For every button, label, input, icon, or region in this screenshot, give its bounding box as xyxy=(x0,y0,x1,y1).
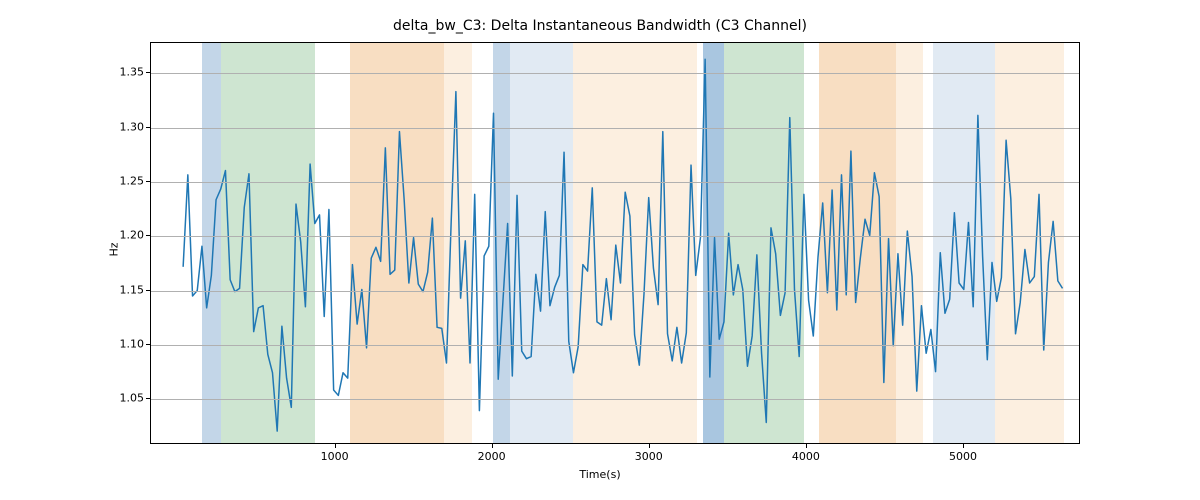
y-tick-mark xyxy=(146,290,150,291)
grid-line xyxy=(151,128,1079,129)
grid-line xyxy=(151,291,1079,292)
x-axis-label: Time(s) xyxy=(0,468,1200,481)
x-tick-label: 4000 xyxy=(792,450,820,463)
line-plot xyxy=(151,43,1079,443)
grid-line xyxy=(151,345,1079,346)
y-axis-label: Hz xyxy=(108,242,121,256)
x-tick-mark xyxy=(649,444,650,448)
x-tick-label: 3000 xyxy=(635,450,663,463)
y-tick-label: 1.10 xyxy=(120,338,145,351)
chart-title: delta_bw_C3: Delta Instantaneous Bandwid… xyxy=(0,18,1200,34)
x-tick-mark xyxy=(335,444,336,448)
grid-line xyxy=(151,236,1079,237)
y-tick-mark xyxy=(146,344,150,345)
x-tick-mark xyxy=(963,444,964,448)
grid-line xyxy=(151,182,1079,183)
grid-line xyxy=(151,73,1079,74)
y-tick-label: 1.30 xyxy=(120,120,145,133)
figure: delta_bw_C3: Delta Instantaneous Bandwid… xyxy=(0,0,1200,500)
y-tick-mark xyxy=(146,235,150,236)
x-tick-mark xyxy=(806,444,807,448)
y-tick-label: 1.15 xyxy=(120,283,145,296)
x-tick-label: 1000 xyxy=(321,450,349,463)
y-tick-label: 1.25 xyxy=(120,175,145,188)
y-tick-mark xyxy=(146,127,150,128)
x-tick-label: 5000 xyxy=(949,450,977,463)
axes-area xyxy=(150,42,1080,444)
data-line xyxy=(183,59,1062,431)
y-tick-mark xyxy=(146,72,150,73)
x-tick-mark xyxy=(492,444,493,448)
y-tick-label: 1.35 xyxy=(120,66,145,79)
y-tick-label: 1.20 xyxy=(120,229,145,242)
y-tick-mark xyxy=(146,181,150,182)
y-tick-mark xyxy=(146,398,150,399)
grid-line xyxy=(151,399,1079,400)
x-tick-label: 2000 xyxy=(478,450,506,463)
y-tick-label: 1.05 xyxy=(120,392,145,405)
